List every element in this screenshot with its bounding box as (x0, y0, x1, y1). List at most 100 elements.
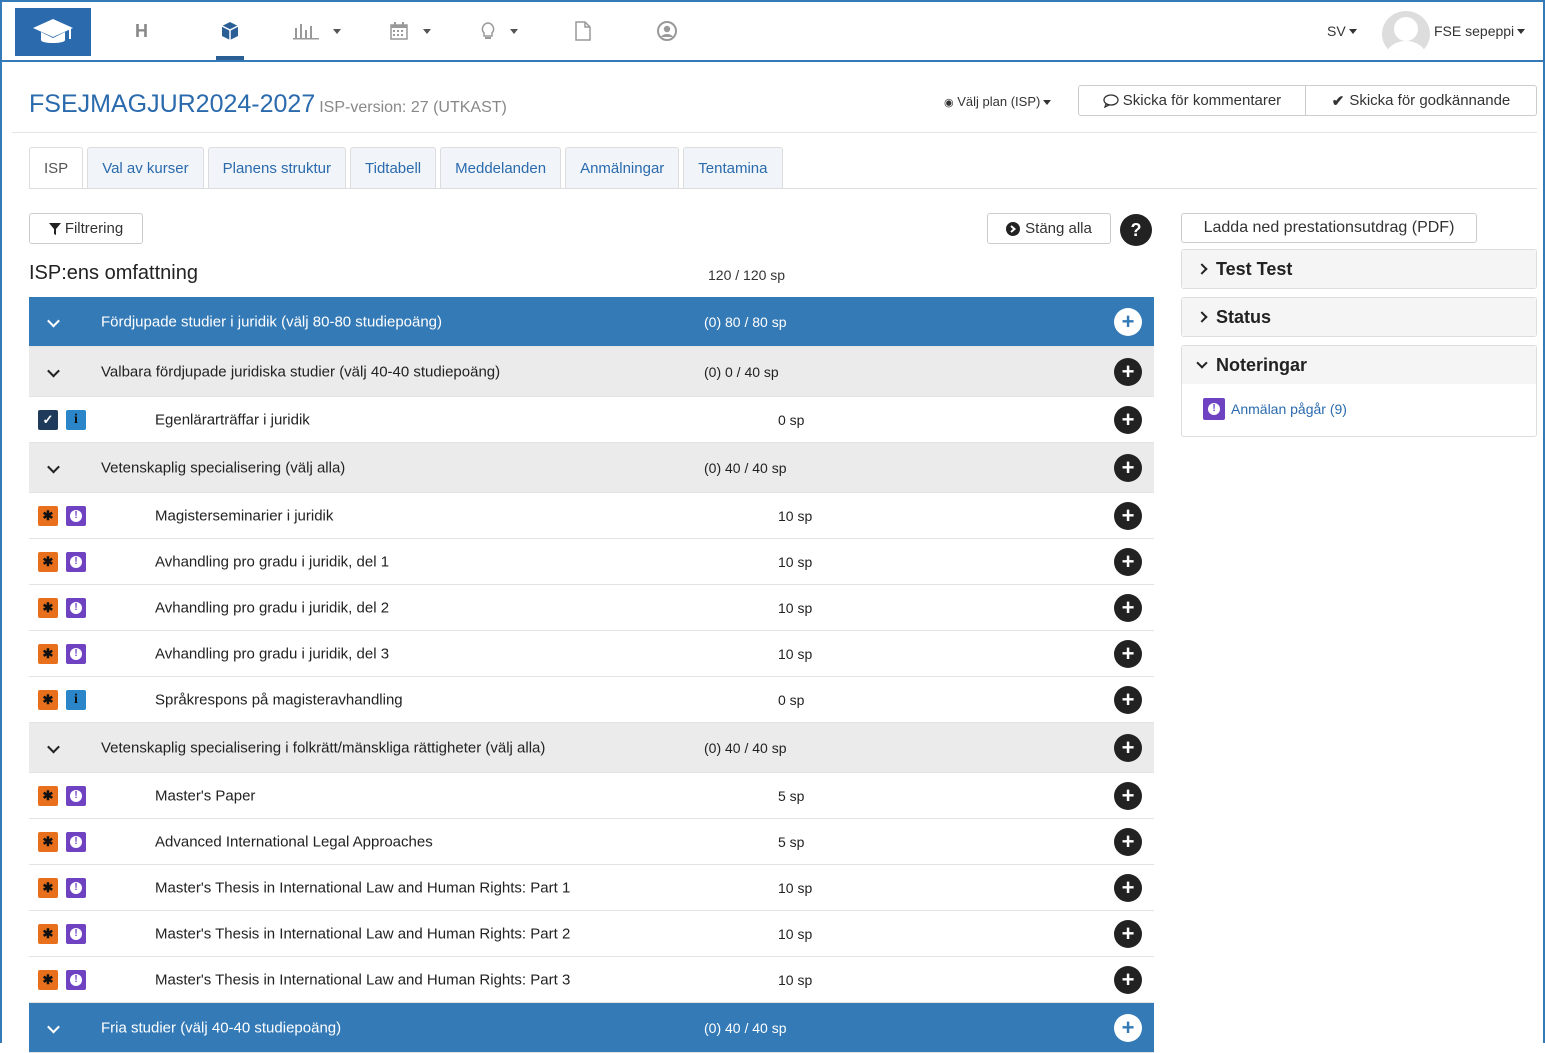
exclamation-icon[interactable]: ! (66, 785, 86, 806)
send-comments-button[interactable]: Skicka för kommentarer (1078, 85, 1306, 116)
credits: 10 sp (778, 971, 813, 988)
graduation-cap-icon[interactable] (15, 8, 91, 56)
group-row[interactable]: Valbara fördjupade juridiska studier (vä… (29, 347, 1154, 397)
asterisk-icon[interactable]: ✱ (38, 831, 58, 852)
user-dropdown[interactable]: FSE sepeppi (1434, 2, 1526, 60)
course-row: ✱! Magisterseminarier i juridik 10 sp + (29, 493, 1154, 539)
exclamation-icon[interactable]: ! (66, 597, 86, 618)
nav-calendar[interactable] (389, 2, 431, 60)
tab-messages[interactable]: Meddelanden (440, 147, 562, 189)
download-pdf-button[interactable]: Ladda ned prestationsutdrag (PDF) (1181, 213, 1477, 243)
bar-chart-icon (293, 24, 319, 40)
exclamation-icon[interactable]: ! (66, 643, 86, 664)
send-comments-label: Skicka för kommentarer (1122, 92, 1282, 109)
group-name: Vetenskaplig specialisering (välj alla) (101, 459, 346, 476)
add-icon[interactable]: + (1114, 965, 1142, 994)
nav-home[interactable]: H (135, 2, 148, 60)
add-icon[interactable]: + (1114, 453, 1142, 482)
close-all-button[interactable]: Stäng alla (987, 213, 1111, 244)
panel-notes-title: Noteringar (1216, 354, 1308, 375)
lightbulb-icon (481, 22, 495, 39)
group-row[interactable]: Fria studier (välj 40-40 studiepoäng) (0)… (29, 1003, 1154, 1053)
group-row[interactable]: Vetenskaplig specialisering (välj alla) (… (29, 443, 1154, 493)
tab-course-selection[interactable]: Val av kurser (87, 147, 204, 189)
chevron-down-icon[interactable] (47, 740, 60, 753)
credits: 5 sp (778, 787, 805, 804)
add-icon[interactable]: + (1114, 1013, 1142, 1042)
choose-plan-dropdown[interactable]: ◉ Välj plan (ISP) (944, 94, 1052, 109)
asterisk-icon[interactable]: ✱ (38, 969, 58, 990)
add-icon[interactable]: + (1114, 307, 1142, 336)
checkbox-icon[interactable]: ✓ (38, 409, 58, 430)
registration-note-link[interactable]: ! Anmälan pågår (9) (1203, 398, 1347, 420)
nav-ideas[interactable] (480, 2, 518, 60)
cube-icon[interactable] (220, 2, 240, 60)
tab-plan-structure[interactable]: Planens struktur (207, 147, 346, 189)
info-icon[interactable]: i (66, 409, 86, 430)
group-row[interactable]: Vetenskaplig specialisering i folkrätt/m… (29, 723, 1154, 773)
exclamation-icon[interactable]: ! (66, 831, 86, 852)
nav-statistics[interactable] (293, 2, 341, 60)
tab-exams[interactable]: Tentamina (683, 147, 783, 189)
course-row: ✱! Master's Thesis in International Law a… (29, 865, 1154, 911)
asterisk-icon[interactable]: ✱ (38, 597, 58, 618)
chevron-down-icon[interactable] (47, 364, 60, 377)
chevron-down-icon[interactable] (47, 460, 60, 473)
add-icon[interactable]: + (1114, 873, 1142, 902)
add-icon[interactable]: + (1114, 685, 1142, 714)
credits: 10 sp (778, 553, 813, 570)
language-dropdown[interactable]: SV (1327, 2, 1357, 60)
add-icon[interactable]: + (1114, 501, 1142, 530)
asterisk-icon[interactable]: ✱ (38, 505, 58, 526)
add-icon[interactable]: + (1114, 639, 1142, 668)
course-row: ✱! Master's Thesis in International Law a… (29, 957, 1154, 1003)
tab-registrations[interactable]: Anmälningar (565, 147, 680, 189)
panel-status[interactable]: Status (1181, 297, 1537, 337)
exclamation-icon[interactable]: ! (66, 505, 86, 526)
help-icon[interactable]: ? (1120, 214, 1152, 246)
filter-button[interactable]: Filtrering (29, 213, 143, 244)
exclamation-icon[interactable]: ! (66, 877, 86, 898)
course-name: Advanced International Legal Approaches (155, 833, 433, 850)
asterisk-icon[interactable]: ✱ (38, 643, 58, 664)
add-icon[interactable]: + (1114, 593, 1142, 622)
chevron-right-icon (1196, 311, 1208, 323)
asterisk-icon[interactable]: ✱ (38, 689, 58, 710)
add-icon[interactable]: + (1114, 547, 1142, 576)
add-icon[interactable]: + (1114, 919, 1142, 948)
exclamation-icon[interactable]: ! (66, 551, 86, 572)
add-icon[interactable]: + (1114, 827, 1142, 856)
exclamation-icon[interactable]: ! (66, 969, 86, 990)
group-row[interactable]: Fördjupade studier i juridik (välj 80-80… (29, 297, 1154, 347)
add-icon[interactable]: + (1114, 733, 1142, 762)
tab-isp[interactable]: ISP (29, 147, 84, 189)
tab-timetable[interactable]: Tidtabell (350, 147, 437, 189)
download-pdf-label: Ladda ned prestationsutdrag (PDF) (1203, 219, 1455, 236)
registration-note-label: Anmälan pågår (9) (1231, 401, 1347, 417)
asterisk-icon[interactable]: ✱ (38, 877, 58, 898)
panel-test[interactable]: Test Test (1181, 249, 1537, 289)
asterisk-icon[interactable]: ✱ (38, 551, 58, 572)
credits: 10 sp (778, 507, 813, 524)
credits: (0) 80 / 80 sp (704, 313, 787, 330)
panel-test-title: Test Test (1216, 258, 1293, 279)
add-icon[interactable]: + (1114, 405, 1142, 434)
chevron-right-icon (1196, 263, 1208, 275)
info-icon[interactable]: i (66, 689, 86, 710)
chevron-down-icon[interactable] (47, 1020, 60, 1033)
user-circle-icon[interactable] (656, 2, 678, 60)
top-navbar: H SV FSE sepeppi (2, 2, 1543, 62)
asterisk-icon[interactable]: ✱ (38, 923, 58, 944)
panel-notes-header[interactable]: Noteringar (1182, 346, 1536, 384)
asterisk-icon[interactable]: ✱ (38, 785, 58, 806)
document-icon[interactable] (574, 2, 592, 60)
send-approval-button[interactable]: ✔ Skicka för godkännande (1305, 85, 1537, 116)
course-name: Avhandling pro gradu i juridik, del 1 (155, 553, 390, 570)
add-icon[interactable]: + (1114, 357, 1142, 386)
chevron-down-icon[interactable] (47, 314, 60, 327)
exclamation-icon[interactable]: ! (66, 923, 86, 944)
choose-plan-label: Välj plan (ISP) (957, 94, 1041, 109)
avatar[interactable] (1382, 11, 1430, 57)
add-icon[interactable]: + (1114, 781, 1142, 810)
course-name: Master's Thesis in International Law and… (155, 879, 571, 896)
